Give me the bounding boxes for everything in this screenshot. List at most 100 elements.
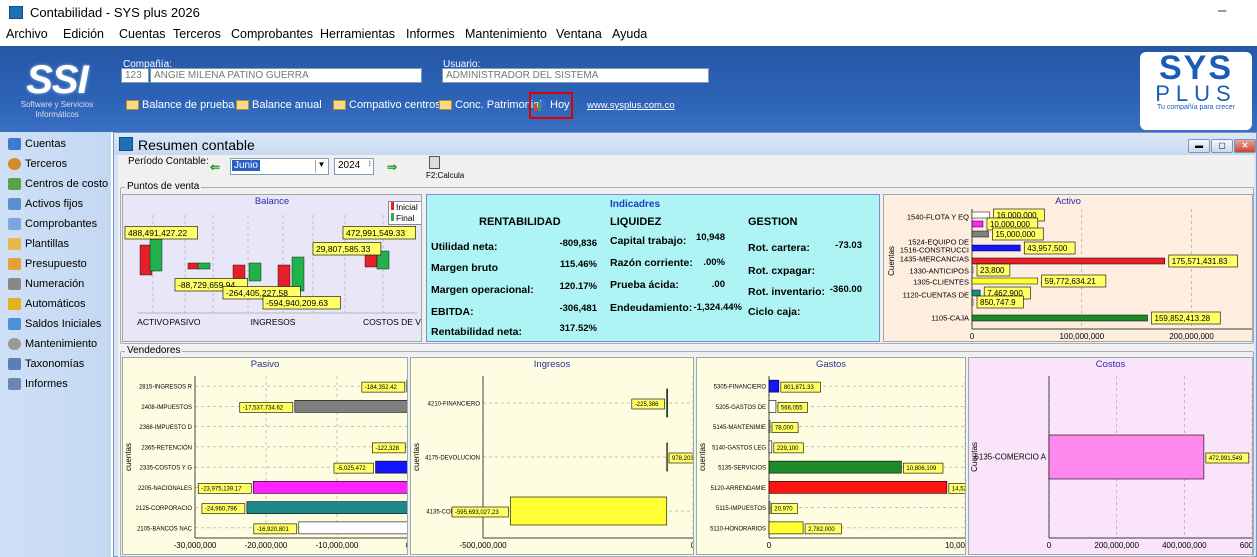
costos-chart: 6135-COMERCIO A 472,991,549 0 200,000,000 40… bbox=[970, 376, 1253, 550]
chevron-down-icon[interactable]: ▼ bbox=[315, 160, 327, 173]
menu-edicion[interactable]: Edición bbox=[63, 27, 104, 41]
sidebar-item-numeracion[interactable]: Numeración bbox=[8, 275, 84, 293]
bar bbox=[768, 420, 771, 433]
x-tick-label: 0 bbox=[970, 332, 975, 341]
category-label: 2205-NACIONALES bbox=[138, 486, 192, 492]
razon-corriente-value: .00% bbox=[703, 257, 725, 268]
people-icon bbox=[8, 158, 21, 170]
x-tick-label: -30,000,000 bbox=[174, 541, 217, 550]
ingresos-chart-panel: Ingresos 4210-FINANCIERO -225,386 4175-DEV… bbox=[410, 357, 694, 555]
category-label: 5135-SERVICIOS bbox=[718, 466, 766, 472]
bar bbox=[277, 264, 291, 290]
sidebar-item-informes[interactable]: Informes bbox=[8, 375, 68, 393]
menu-comprobantes[interactable]: Comprobantes bbox=[231, 27, 313, 41]
y-axis-label: cuentas bbox=[412, 443, 421, 471]
sidebar-item-mantenimiento[interactable]: Mantenimiento bbox=[8, 335, 97, 353]
bar-value-label: 566,055 bbox=[781, 405, 803, 411]
magic-icon bbox=[8, 298, 21, 310]
year-stepper[interactable]: 2024 ⁝ bbox=[334, 158, 374, 175]
gastos-chart-panel: Gastos 5305-FINANCIERO 801,871.33 5205-GAS… bbox=[696, 357, 966, 555]
bar bbox=[666, 442, 669, 472]
website-link[interactable]: www.sysplus.com.co bbox=[587, 100, 675, 111]
rot-cartera-label: Rot. cartera: bbox=[748, 242, 810, 254]
printer-icon bbox=[8, 378, 21, 390]
minimize-button[interactable]: – bbox=[1218, 2, 1226, 19]
comparativo-centros-button[interactable]: Compativo centros bbox=[331, 97, 441, 113]
report-icon bbox=[236, 100, 249, 110]
sidebar-item-automaticos[interactable]: Automáticos bbox=[8, 295, 86, 313]
bar bbox=[971, 266, 974, 274]
pasivo-chart-panel: Pasivo 2815-INGRESOS R -184,352.42 2408-IM… bbox=[122, 357, 408, 555]
menu-archivo[interactable]: Archivo bbox=[6, 27, 48, 41]
balance-anual-button[interactable]: Balance anual bbox=[234, 97, 322, 113]
child-maximize-button[interactable]: ▢ bbox=[1211, 139, 1233, 153]
child-minimize-button[interactable]: ▬ bbox=[1188, 139, 1210, 153]
sidebar-item-activos-fijos[interactable]: Activos fijos bbox=[8, 195, 83, 213]
sidebar-item-cuentas[interactable]: Cuentas bbox=[8, 135, 66, 153]
rot-inventario-value: -360.00 bbox=[829, 284, 862, 295]
bar-value-label: -17,537,734.62 bbox=[243, 405, 284, 411]
menu-terceros[interactable]: Terceros bbox=[173, 27, 221, 41]
sidebar-item-comprobantes[interactable]: Comprobantes bbox=[8, 215, 97, 233]
sidebar-item-presupuesto[interactable]: Presupuesto bbox=[8, 255, 87, 273]
templates-icon bbox=[8, 238, 21, 250]
balance-chart: 488,491,427.22-88,729,659.94-264,405,227… bbox=[124, 215, 421, 327]
sidebar-item-saldos-iniciales[interactable]: Saldos Iniciales bbox=[8, 315, 101, 333]
menu-ventana[interactable]: Ventana bbox=[556, 27, 602, 41]
bar-value-label: 801,871.33 bbox=[784, 385, 815, 391]
sidebar-item-taxonomias[interactable]: Taxonomías bbox=[8, 355, 84, 373]
user-field[interactable]: ADMINISTRADOR DEL SISTEMA bbox=[442, 68, 709, 83]
bar-value-label: -24,960,796 bbox=[205, 507, 238, 513]
prev-period-arrow-icon[interactable]: ⇐ bbox=[210, 160, 220, 174]
menu-ayuda[interactable]: Ayuda bbox=[612, 27, 647, 41]
conc-patrimonial-button[interactable]: Conc. Patrimonial bbox=[437, 97, 542, 113]
calc-label: F2:Calcula bbox=[426, 171, 465, 180]
x-tick-label: 0 bbox=[767, 541, 772, 550]
category-label: 2335-COSTOS Y G bbox=[140, 466, 193, 472]
bar bbox=[768, 521, 804, 535]
stepper-icon[interactable]: ⁝ bbox=[368, 159, 371, 168]
window-icon bbox=[119, 137, 133, 151]
sidebar-item-centros-costo[interactable]: Centros de costo bbox=[8, 175, 108, 193]
menu-cuentas[interactable]: Cuentas bbox=[119, 27, 166, 41]
balance-prueba-button[interactable]: Balance de prueba bbox=[124, 97, 234, 113]
menu-herramientas[interactable]: Herramientas bbox=[320, 27, 395, 41]
rentabilidad-heading: RENTABILIDAD bbox=[479, 216, 561, 228]
bar bbox=[971, 314, 1148, 322]
x-tick-label: -500,000,000 bbox=[459, 541, 507, 550]
category-label: 5115-IMPUESTOS bbox=[716, 506, 766, 512]
costos-chart-panel: Costos 6135-COMERCIO A 472,991,549 0 200,00… bbox=[968, 357, 1253, 555]
balance-value-label: 29,807,585.33 bbox=[316, 244, 371, 254]
bar-value-label: -5,025,472 bbox=[337, 466, 366, 472]
rentabilidad-neta-value: 317.52% bbox=[559, 323, 597, 334]
x-tick-label: 400,000,000 bbox=[1162, 541, 1207, 550]
company-code-field[interactable]: 123 bbox=[121, 68, 149, 83]
balances-icon bbox=[8, 318, 21, 330]
category-label: 5120-ARRENDAMIE bbox=[711, 486, 766, 492]
category-label: 1516-CONSTRUCCI bbox=[900, 246, 969, 255]
bar bbox=[298, 521, 407, 535]
menu-informes[interactable]: Informes bbox=[406, 27, 455, 41]
next-period-arrow-icon[interactable]: ⇒ bbox=[387, 160, 397, 174]
sellers-group-title: Vendedores bbox=[125, 345, 183, 356]
sidebar-item-plantillas[interactable]: Plantillas bbox=[8, 235, 69, 253]
category-label: 1305-CLIENTES bbox=[913, 278, 969, 287]
bar-value-label: 978,203.6 bbox=[672, 456, 694, 462]
category-label: 1540-FLOTA Y EQ bbox=[907, 213, 969, 222]
menu-bar: Archivo Edición Cuentas Terceros Comprob… bbox=[0, 26, 1257, 44]
month-select[interactable]: Junio ▼ bbox=[230, 158, 329, 175]
x-tick-label: 600,00 bbox=[1240, 541, 1253, 550]
title-bar: Contabilidad - SYS plus 2026 – bbox=[0, 0, 1257, 26]
calculator-icon[interactable] bbox=[429, 156, 440, 169]
balance-value-label: 472,991,549.33 bbox=[346, 228, 405, 238]
numbering-icon bbox=[8, 278, 21, 290]
gastos-chart: 5305-FINANCIERO 801,871.33 5205-GASTOS DE 5… bbox=[698, 376, 965, 550]
child-close-button[interactable]: ✕ bbox=[1234, 139, 1256, 153]
sidebar-item-terceros[interactable]: Terceros bbox=[8, 155, 67, 173]
legend-swatch-inicial bbox=[391, 202, 394, 210]
bar bbox=[971, 277, 1038, 285]
company-name-field[interactable]: ANGIE MILENA PATINO GUERRA bbox=[150, 68, 422, 83]
category-label: 5110-HONORARIOS bbox=[710, 526, 766, 532]
category-label: 1120-CUENTAS DE bbox=[903, 291, 969, 300]
menu-mantenimiento[interactable]: Mantenimiento bbox=[465, 27, 547, 41]
